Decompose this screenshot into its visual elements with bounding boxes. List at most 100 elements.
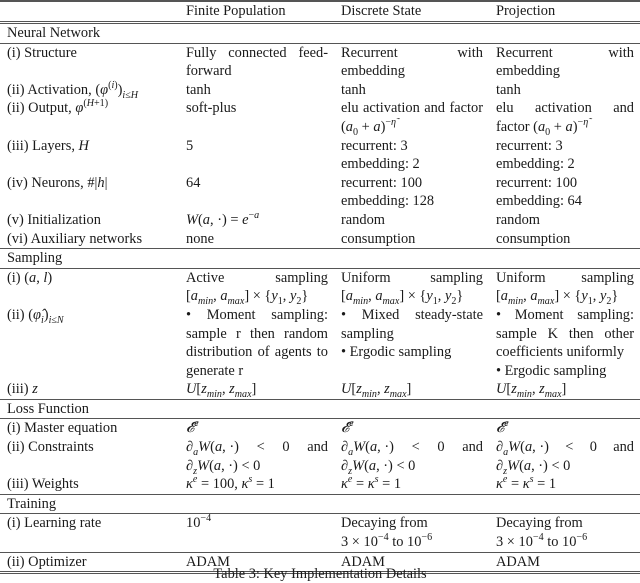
cell-finite-population: ∂aW(a, ·) <0 and ∂zW(a, ·) < 0 xyxy=(186,439,328,477)
cell-text: elu activation and factor xyxy=(341,100,483,117)
row-label: (ii) Activation, (φ(i))i≤H xyxy=(7,79,139,101)
row-label-text: (i) xyxy=(7,269,25,286)
table-row: (ii) Output, φ(H+1) soft-plus elu activa… xyxy=(0,98,640,138)
row-label-text: (ii) Output, xyxy=(7,100,76,117)
section-row: Sampling xyxy=(0,248,640,269)
cell-line: • Ergodic sampling xyxy=(496,362,607,379)
and-text: and xyxy=(462,439,483,456)
cell-line: recurrent: 100 xyxy=(496,174,578,191)
cell-line: Uniform sampling xyxy=(341,269,483,286)
cell-projection: • Moment sampling: sample K then other c… xyxy=(489,306,640,380)
table-row: (i) Learning rate 10−4 Decaying from 3 × … xyxy=(0,513,640,553)
table-row: (ii) Constraints ∂aW(a, ·) <0 and ∂zW(a, ·)… xyxy=(0,438,640,477)
table-row: (iii) Layers, H 5 recurrent: 3 embedding:… xyxy=(0,137,640,174)
table-page: Finite Population Discrete State Project… xyxy=(0,0,640,575)
cell-finite-population: • Moment sampling: sample r then random … xyxy=(186,306,328,379)
row-label: (v) Initialization xyxy=(7,211,101,228)
header-row: Finite Population Discrete State Project… xyxy=(0,0,640,23)
cell-discrete-state: U[zmin, zmax] xyxy=(341,381,412,401)
cell-discrete-state: Uniform sampling [amin, amax] × {y1, y2} xyxy=(334,267,489,307)
cell-finite-population: 5 xyxy=(186,137,194,154)
table-row: (ii) (φ̂i)i≤N • Moment sampling: sample … xyxy=(0,306,640,380)
implementation-details-table: Finite Population Discrete State Project… xyxy=(0,0,640,575)
and-text: and xyxy=(307,439,328,456)
cell-projection: recurrent: 3 embedding: 2 xyxy=(489,137,640,174)
table-row: (iii) z U[zmin, zmax] U[zmin, zmax] U[zm… xyxy=(0,380,640,399)
row-label: (i) Structure xyxy=(0,42,179,81)
header-projection: Projection xyxy=(489,0,640,23)
cell-projection: 𝓔e xyxy=(489,418,640,439)
section-row: Training xyxy=(0,493,640,514)
header-discrete-state: Discrete State xyxy=(334,0,489,23)
table-row: (ii) Activation, (φ(i))i≤H tanh tanh tan… xyxy=(0,79,640,101)
row-label-text: (ii) xyxy=(7,306,29,323)
cell-finite-population: Fully connected feed-forward xyxy=(179,42,334,81)
cell-math: [amin, amax] × {y1, y2} xyxy=(496,288,619,308)
cell-finite-population: W(a, ·) = e−a xyxy=(186,210,260,228)
cell-finite-population: soft-plus xyxy=(186,100,237,117)
section-title-loss-function: Loss Function xyxy=(0,398,640,419)
cell-line: recurrent: 3 xyxy=(341,137,408,154)
section-title-training: Training xyxy=(0,493,640,514)
cell-projection: Uniform sampling [amin, amax] × {y1, y2} xyxy=(489,267,640,308)
table-caption: Table 3: Key Implementation Details xyxy=(213,566,427,582)
section-title-neural-network: Neural Network xyxy=(0,21,640,44)
cell-projection: U[zmin, zmax] xyxy=(496,381,567,401)
row-label: (i) Master equation xyxy=(0,418,179,439)
header-finite-population: Finite Population xyxy=(179,0,334,23)
cell-projection: Recurrent with embedding xyxy=(489,42,640,81)
cell-discrete-state: Recurrent with embedding xyxy=(334,42,489,81)
row-label: (ii) Constraints xyxy=(7,439,94,456)
cell-line: Decaying from xyxy=(341,515,428,532)
header-empty xyxy=(0,0,179,23)
cell-discrete-state: Decaying from 3 × 10−4 to 10−6 xyxy=(334,513,489,553)
row-label: (ii) (φ̂i)i≤N xyxy=(7,306,64,326)
row-label-text: (iii) xyxy=(7,381,33,398)
table-row: (iii) Weights κe = 100, κs = 1 κe = κs =… xyxy=(0,475,640,494)
cell-line: embedding: 128 xyxy=(341,193,435,210)
cell-finite-population: 𝓔e xyxy=(179,418,334,439)
cell-line: Decaying from xyxy=(496,515,583,532)
row-label: (i) Learning rate xyxy=(0,513,179,553)
cell-line: • Moment sampling: sample K then other c… xyxy=(496,306,634,361)
cell-finite-population: 10−4 xyxy=(179,513,334,553)
row-label: (i) (a, l) xyxy=(0,267,179,306)
table-row: (i) Master equation 𝓔e 𝓔e 𝓔e xyxy=(0,418,640,439)
row-label: (ii) Output, φ(H+1) xyxy=(7,98,109,117)
cell-finite-population: none xyxy=(186,230,214,247)
cell-line: Uniform sampling xyxy=(496,269,634,286)
cell-line: Active sampling xyxy=(186,269,328,286)
cell-discrete-state: recurrent: 3 embedding: 2 xyxy=(334,137,489,174)
cell-line: embedding: 2 xyxy=(341,156,420,173)
row-label-text: (ii) Activation, xyxy=(7,81,96,98)
cell-projection: Decaying from 3 × 10−4 to 10−6 xyxy=(489,513,640,553)
cell-discrete-state: • Mixed steady-state sampling • Ergodic s… xyxy=(334,306,489,380)
cell-projection: recurrent: 100 embedding: 64 xyxy=(489,174,640,211)
cell-line: embedding: 64 xyxy=(496,193,582,210)
table-row: (iv) Neurons, #|h| 64 recurrent: 100 embe… xyxy=(0,174,640,211)
cell-discrete-state: elu activation and factor (a0 + a)−η̃ xyxy=(341,100,483,138)
row-label: (iii) z xyxy=(7,381,38,398)
cell-projection: tanh xyxy=(496,81,521,98)
cell-finite-population: 64 xyxy=(186,174,201,191)
section-row: Loss Function xyxy=(0,398,640,419)
section-title-sampling: Sampling xyxy=(0,248,640,269)
cell-projection: random xyxy=(496,211,540,228)
cell-math: [amin, amax] × {y1, y2} xyxy=(186,288,309,308)
cell-finite-population: U[zmin, zmax] xyxy=(186,381,257,401)
cell-line: • Ergodic sampling xyxy=(341,344,452,361)
cell-projection: ∂aW(a, ·) <0 and ∂zW(a, ·) < 0 xyxy=(496,439,634,477)
cell-finite-population: tanh xyxy=(186,81,211,98)
row-label-text: (iii) Layers, xyxy=(7,137,79,154)
cell-line: embedding: 2 xyxy=(496,156,575,173)
row-label-text: (iv) Neurons, xyxy=(7,174,88,191)
cell-projection: elu activation and factor (a0 + a)−η̃ xyxy=(496,100,634,138)
cell-discrete-state: random xyxy=(341,211,385,228)
cell-line: recurrent: 3 xyxy=(496,137,563,154)
cell-discrete-state: recurrent: 100 embedding: 128 xyxy=(334,174,489,211)
row-label: (iii) Layers, H xyxy=(7,137,89,154)
cell-finite-population: Active sampling [amin, amax] × {y1, y2} xyxy=(179,267,334,308)
cell-discrete-state: 𝓔e xyxy=(334,418,489,439)
table-row: (vi) Auxiliary networks none consumption… xyxy=(0,230,640,249)
cell-discrete-state: ∂aW(a, ·) <0 and ∂zW(a, ·) < 0 xyxy=(341,439,483,477)
